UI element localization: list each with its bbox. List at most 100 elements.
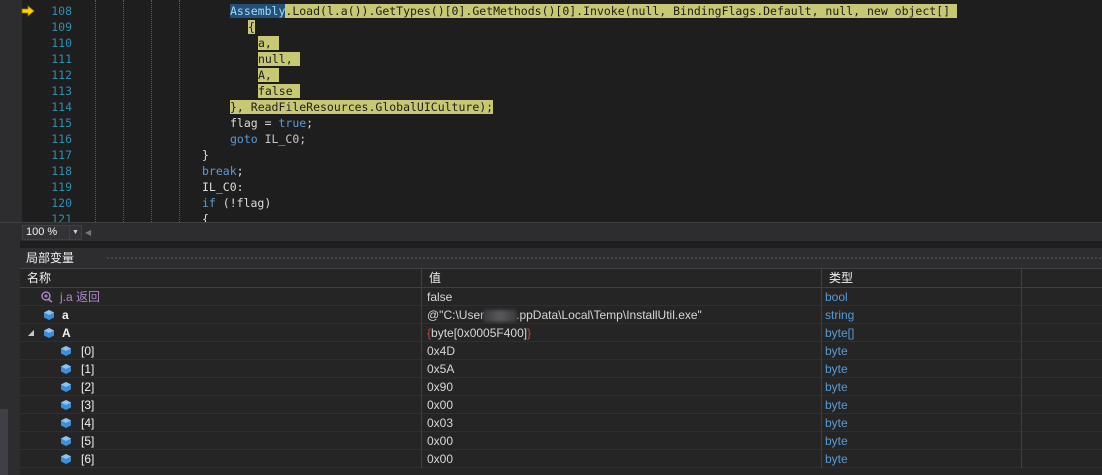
variable-name: [6] [81, 452, 95, 466]
code-line-113: false [90, 83, 1102, 99]
variable-type: bool [822, 288, 1022, 306]
variable-name: [2] [81, 380, 95, 394]
variable-value[interactable]: 0x5A [422, 360, 822, 378]
variable-value[interactable]: 0x03 [422, 414, 822, 432]
column-header-type[interactable]: 类型 [822, 269, 1022, 288]
variable-type: byte [822, 378, 1022, 396]
editor-status-row: 100 % ▼ ◀ [0, 222, 1102, 241]
locals-row-array-element[interactable]: [5] 0x00 byte [20, 432, 1102, 450]
line-number-gutter: 108 109 110 111 112 113 114 115 116 117 … [40, 3, 72, 222]
locals-row-a[interactable]: a @"C:\User .ppData\Local\Temp\InstallUti… [20, 306, 1102, 324]
line-number: 109 [51, 20, 72, 34]
variable-value[interactable]: false [422, 288, 822, 306]
variable-value[interactable]: 0x4D [422, 342, 822, 360]
line-number: 117 [51, 148, 72, 162]
variable-name: [3] [81, 398, 95, 412]
code-line-119: IL_C0: [202, 180, 244, 194]
locals-row-array-element[interactable]: [1] 0x5A byte [20, 360, 1102, 378]
line-number: 115 [51, 116, 72, 130]
field-cube-icon [61, 454, 71, 464]
variable-name: A [62, 326, 71, 340]
selected-token: Assembly [230, 4, 286, 18]
variable-type: byte [822, 342, 1022, 360]
code-line-112: A, [90, 67, 1102, 83]
locals-row-array-element[interactable]: [2] 0x90 byte [20, 378, 1102, 396]
column-header-value[interactable]: 值 [422, 269, 822, 288]
code-line-117: } [202, 148, 209, 162]
field-cube-icon [61, 418, 71, 428]
line-number: 121 [51, 212, 72, 222]
line-number: 110 [51, 36, 72, 50]
locals-window: 局部变量 名称 值 类型 j.a 返回 false bool a @"C:\Us… [20, 248, 1102, 475]
zoom-value: 100 % [26, 226, 58, 238]
variable-type: byte [822, 414, 1022, 432]
column-header-name[interactable]: 名称 [20, 269, 422, 288]
code-line-111: null, [90, 51, 1102, 67]
redacted-text [483, 309, 518, 322]
variable-name: [0] [81, 344, 95, 358]
variable-name: [4] [81, 416, 95, 430]
locals-title-bar[interactable]: 局部变量 [20, 248, 1102, 269]
variable-name: [5] [81, 434, 95, 448]
locals-row-array-element[interactable]: [0] 0x4D byte [20, 342, 1102, 360]
variable-type: string [822, 306, 1022, 324]
line-number: 111 [51, 52, 72, 66]
field-cube-icon [61, 364, 71, 374]
title-grip [106, 256, 1102, 261]
variable-value[interactable]: 0x90 [422, 378, 822, 396]
line-number: 116 [51, 132, 72, 146]
editor-left-strip [0, 0, 22, 222]
code-line-118: break; [202, 164, 244, 178]
line-number: 120 [51, 196, 72, 210]
variable-value[interactable]: 0x00 [422, 432, 822, 450]
code-line-109: { [248, 20, 255, 34]
code-editor[interactable]: 108 109 110 111 112 113 114 115 116 117 … [0, 0, 1102, 222]
line-number: 108 [51, 4, 72, 18]
variable-value[interactable]: 0x00 [422, 396, 822, 414]
locals-row-array-element[interactable]: [4] 0x03 byte [20, 414, 1102, 432]
return-value-icon [41, 291, 53, 303]
line-number: 119 [51, 180, 72, 194]
line-number: 114 [51, 100, 72, 114]
line-number: 112 [51, 68, 72, 82]
code-line-116: goto IL_C0; [230, 132, 307, 146]
variable-value[interactable]: {byte[0x0005F400]} [422, 324, 822, 342]
locals-rows: j.a 返回 false bool a @"C:\User .ppData\Loc… [20, 288, 1102, 468]
code-text[interactable]: Assembly.Load(l.a()).GetTypes()[0].GetMe… [90, 3, 1102, 222]
variable-name: j.a 返回 [60, 290, 101, 304]
locals-row-return-value[interactable]: j.a 返回 false bool [20, 288, 1102, 306]
locals-title: 局部变量 [26, 251, 75, 265]
variable-name: [1] [81, 362, 95, 376]
code-line-114: }, ReadFileResources.GlobalUICulture); [230, 100, 494, 114]
zoom-dropdown[interactable]: 100 % ▼ [22, 225, 82, 240]
line-number: 113 [51, 84, 72, 98]
variable-value[interactable]: 0x00 [422, 450, 822, 468]
field-cube-icon [61, 346, 71, 356]
locals-row-A[interactable]: ◢ A {byte[0x0005F400]} byte[] [20, 324, 1102, 342]
field-cube-icon [44, 328, 54, 338]
scroll-left-icon[interactable]: ◀ [85, 227, 95, 238]
dock-tab[interactable] [0, 409, 8, 475]
variable-type: byte[] [822, 324, 1022, 342]
field-cube-icon [44, 310, 54, 320]
variable-type: byte [822, 432, 1022, 450]
code-line-108: Assembly.Load(l.a()).GetTypes()[0].GetMe… [90, 3, 1102, 19]
variable-type: byte [822, 450, 1022, 468]
variable-value[interactable]: @"C:\User .ppData\Local\Temp\InstallUtil.… [422, 306, 822, 324]
code-line-120: if (!flag) [202, 196, 272, 210]
field-cube-icon [61, 436, 71, 446]
left-dock-strip [0, 241, 20, 475]
code-line-121: { [202, 212, 209, 222]
line-number: 118 [51, 164, 72, 178]
locals-row-array-element[interactable]: [6] 0x00 byte [20, 450, 1102, 468]
locals-column-header: 名称 值 类型 [20, 269, 1102, 288]
variable-type: byte [822, 360, 1022, 378]
chevron-down-icon[interactable]: ▼ [69, 226, 81, 239]
variable-name: a [62, 308, 69, 322]
variable-type: byte [822, 396, 1022, 414]
current-statement-arrow-icon [21, 5, 35, 17]
locals-row-array-element[interactable]: [3] 0x00 byte [20, 396, 1102, 414]
field-cube-icon [61, 382, 71, 392]
collapse-triangle-icon[interactable]: ◢ [26, 324, 36, 342]
code-line-110: a, [90, 35, 1102, 51]
